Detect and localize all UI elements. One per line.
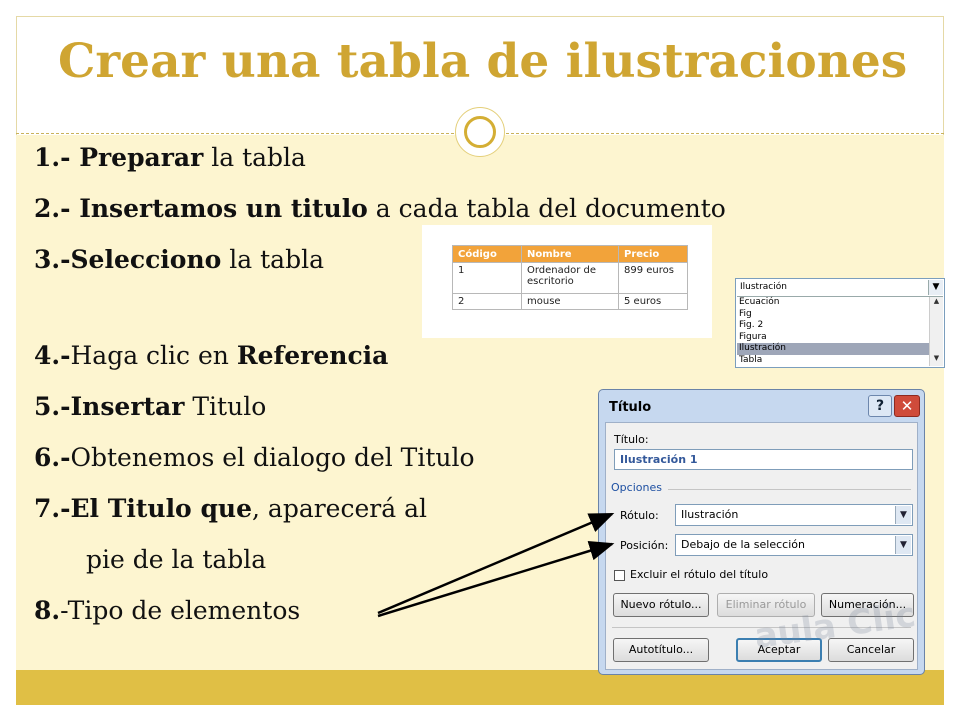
arrow-to-rotulo (377, 512, 615, 615)
arrow-to-posicion (377, 541, 615, 618)
pointer-arrows (377, 512, 615, 618)
